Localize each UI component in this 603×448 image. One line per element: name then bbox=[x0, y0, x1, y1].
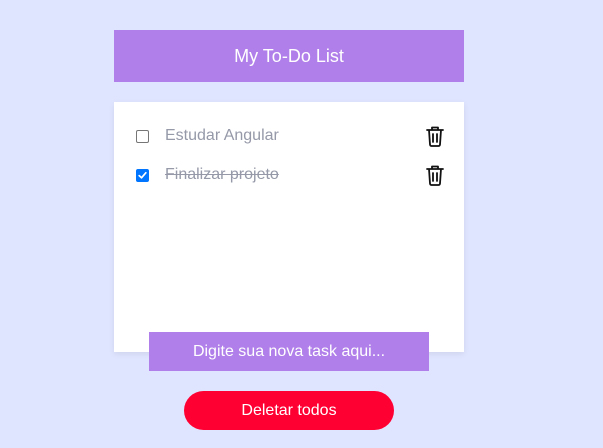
delete-all-button[interactable]: Deletar todos bbox=[184, 391, 394, 430]
checkmark-icon bbox=[138, 171, 147, 179]
task-list: Estudar Angular Finalizar projeto bbox=[114, 102, 464, 352]
list-item: Estudar Angular bbox=[136, 124, 456, 148]
page-title: My To-Do List bbox=[234, 45, 344, 66]
list-item: Finalizar projeto bbox=[136, 163, 456, 187]
delete-all-label: Deletar todos bbox=[241, 401, 337, 419]
task-label: Finalizar projeto bbox=[165, 166, 279, 183]
task-checkbox-checked[interactable] bbox=[136, 168, 149, 182]
new-task-input[interactable]: Digite sua nova task aqui... bbox=[149, 332, 429, 371]
app-header: My To-Do List bbox=[114, 30, 464, 82]
new-task-placeholder: Digite sua nova task aqui... bbox=[192, 342, 386, 360]
trash-icon[interactable] bbox=[425, 164, 445, 186]
trash-icon[interactable] bbox=[425, 125, 445, 147]
task-label: Estudar Angular bbox=[165, 127, 279, 144]
task-checkbox[interactable] bbox=[136, 129, 149, 143]
